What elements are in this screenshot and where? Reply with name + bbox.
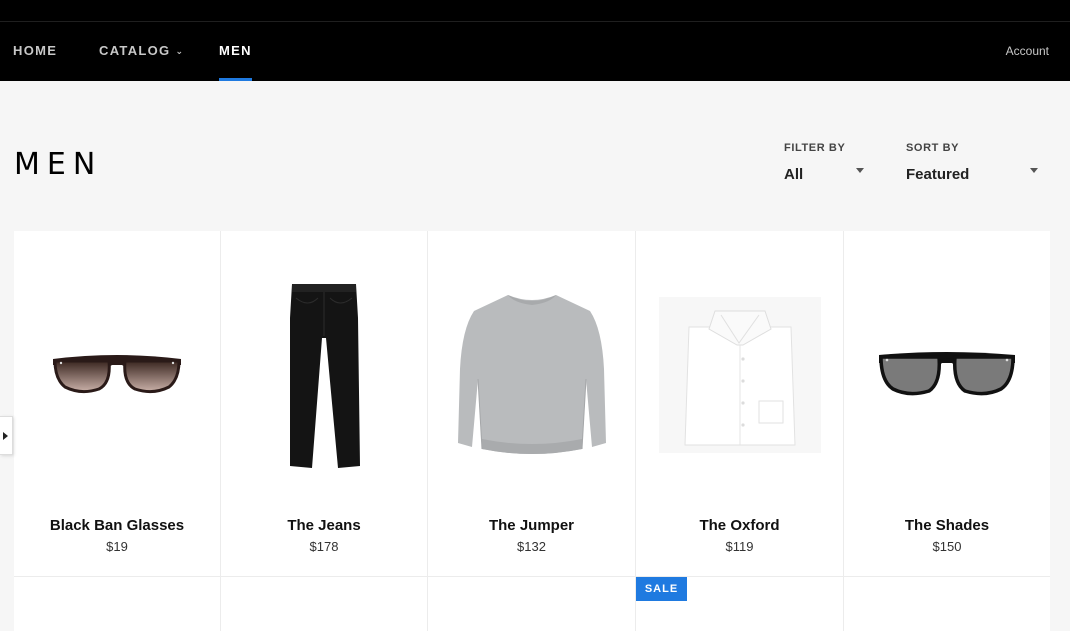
product-name[interactable]: The Jumper <box>428 517 635 535</box>
sunglasses-image <box>879 352 1015 396</box>
product-price: $132 <box>517 539 546 554</box>
product-name[interactable]: The Shades <box>844 517 1050 535</box>
grid-divider <box>14 576 1050 577</box>
product-price: $119 <box>725 539 754 554</box>
product-price: $19 <box>106 539 128 554</box>
chevron-down-icon: ⌄ <box>175 46 185 56</box>
product-card-the-jeans[interactable]: The Jeans $178 <box>221 231 427 576</box>
filter-by-select[interactable]: FILTER BY All <box>784 142 866 184</box>
product-name[interactable]: The Oxford <box>636 517 843 535</box>
product-card-the-jumper[interactable]: The Jumper $132 <box>428 231 635 576</box>
product-image <box>14 231 220 519</box>
sale-badge: SALE <box>636 577 687 601</box>
nav-item-catalog[interactable]: CATALOG ⌄ <box>99 22 184 81</box>
main-navigation: HOME CATALOG ⌄ MEN Account <box>0 22 1070 81</box>
product-grid: Black Ban Glasses $19 The Jeans $178 The… <box>14 231 1050 631</box>
page-title: MEN <box>14 147 103 182</box>
sort-by-select[interactable]: SORT BY Featured <box>906 142 1040 184</box>
product-image <box>636 231 843 519</box>
product-card-the-shades[interactable]: The Shades $150 <box>844 231 1050 576</box>
product-image <box>428 231 635 519</box>
grid-divider <box>220 231 221 631</box>
sort-by-value: Featured <box>906 166 970 183</box>
grid-divider <box>427 231 428 631</box>
nav-item-catalog-label: CATALOG <box>99 43 171 58</box>
filter-by-value: All <box>784 166 804 183</box>
product-price: $150 <box>932 539 962 554</box>
product-price: $178 <box>309 539 339 554</box>
product-image <box>844 231 1050 519</box>
jeans-image <box>290 283 360 468</box>
grid-divider <box>843 231 844 631</box>
sunglasses-image <box>53 355 181 394</box>
product-image <box>221 231 427 519</box>
sort-by-label: SORT BY <box>906 142 960 154</box>
product-card-black-ban-glasses[interactable]: Black Ban Glasses $19 <box>14 231 220 576</box>
jumper-image <box>457 295 606 454</box>
side-panel-toggle[interactable] <box>0 416 13 455</box>
grid-divider <box>635 231 636 631</box>
announcement-bar <box>0 0 1070 22</box>
dropdown-arrow-icon <box>1030 168 1038 173</box>
caret-right-icon <box>3 432 8 440</box>
product-name[interactable]: The Jeans <box>221 517 427 535</box>
nav-item-home[interactable]: HOME <box>13 22 57 81</box>
nav-item-men[interactable]: MEN <box>219 22 252 81</box>
account-link[interactable]: Account <box>1006 22 1049 81</box>
dropdown-arrow-icon <box>856 168 864 173</box>
product-name[interactable]: Black Ban Glasses <box>14 517 220 535</box>
shirt-image <box>658 297 821 453</box>
product-card-the-oxford[interactable]: The Oxford $119 <box>636 231 843 576</box>
filter-by-label: FILTER BY <box>784 142 846 154</box>
